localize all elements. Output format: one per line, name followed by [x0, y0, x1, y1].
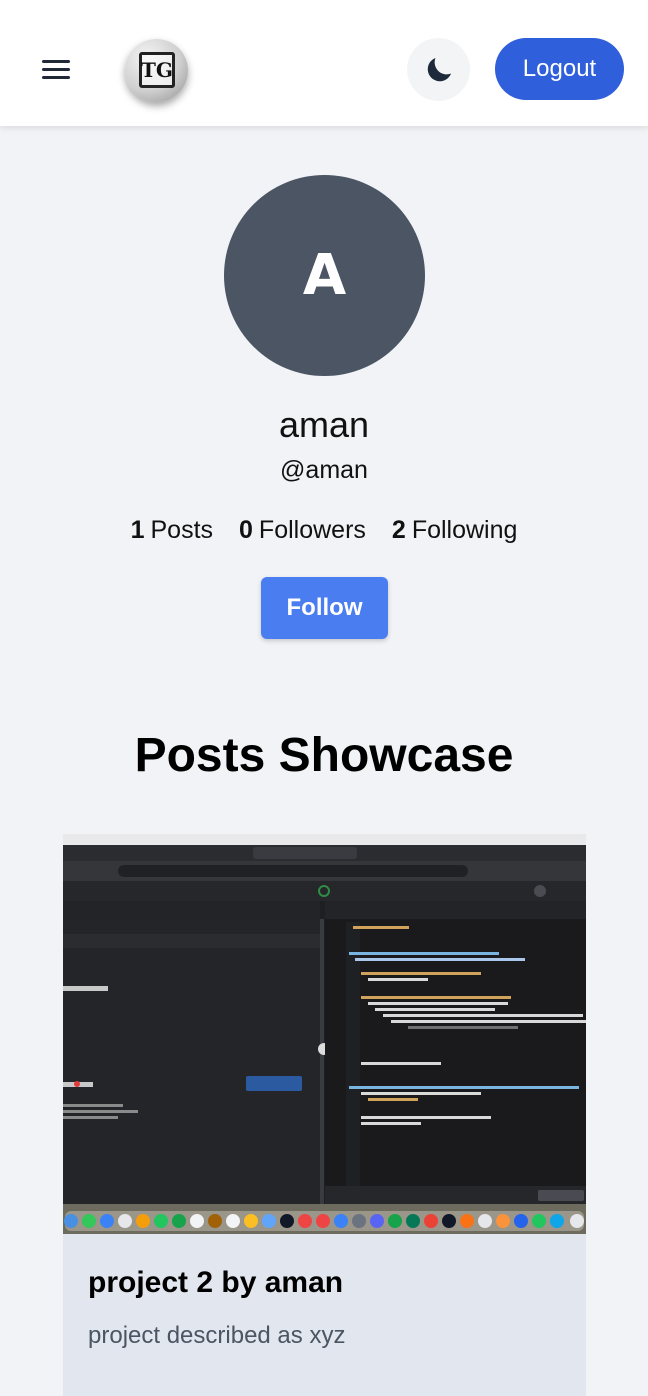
moon-icon: [427, 57, 451, 81]
post-title[interactable]: project 2 by aman: [88, 1266, 343, 1300]
profile-handle: @aman: [280, 456, 368, 484]
logout-button[interactable]: Logout: [495, 38, 624, 100]
post-card[interactable]: project 2 by aman project described as x…: [63, 834, 586, 1396]
stat-followers-label: Followers: [258, 516, 366, 544]
follow-button[interactable]: Follow: [261, 577, 388, 639]
profile-name: aman: [278, 404, 370, 445]
logo-mark: TG: [139, 52, 175, 88]
stat-posts[interactable]: 1 Posts: [131, 516, 213, 545]
stat-following[interactable]: 2 Following: [392, 516, 518, 545]
stat-following-count: 2: [391, 516, 406, 544]
top-navbar: TG Logout: [0, 0, 648, 126]
site-logo[interactable]: TG: [125, 39, 188, 102]
showcase-title: Posts Showcase: [134, 729, 514, 782]
stat-following-label: Following: [411, 516, 518, 544]
profile-stats: 1 Posts 0 Followers 2 Following: [0, 516, 648, 545]
avatar-letter: A: [302, 243, 347, 308]
stat-followers-count: 0: [239, 516, 253, 544]
dark-mode-toggle[interactable]: [407, 38, 470, 101]
stat-posts-count: 1: [130, 516, 145, 544]
avatar: A: [224, 175, 425, 376]
post-image[interactable]: [63, 834, 586, 1234]
stat-posts-label: Posts: [150, 516, 214, 544]
post-description: project described as xyz: [88, 1322, 346, 1349]
stat-followers[interactable]: 0 Followers: [239, 516, 366, 545]
menu-icon[interactable]: [38, 52, 74, 86]
post-screenshot-graphic: [63, 834, 586, 1234]
